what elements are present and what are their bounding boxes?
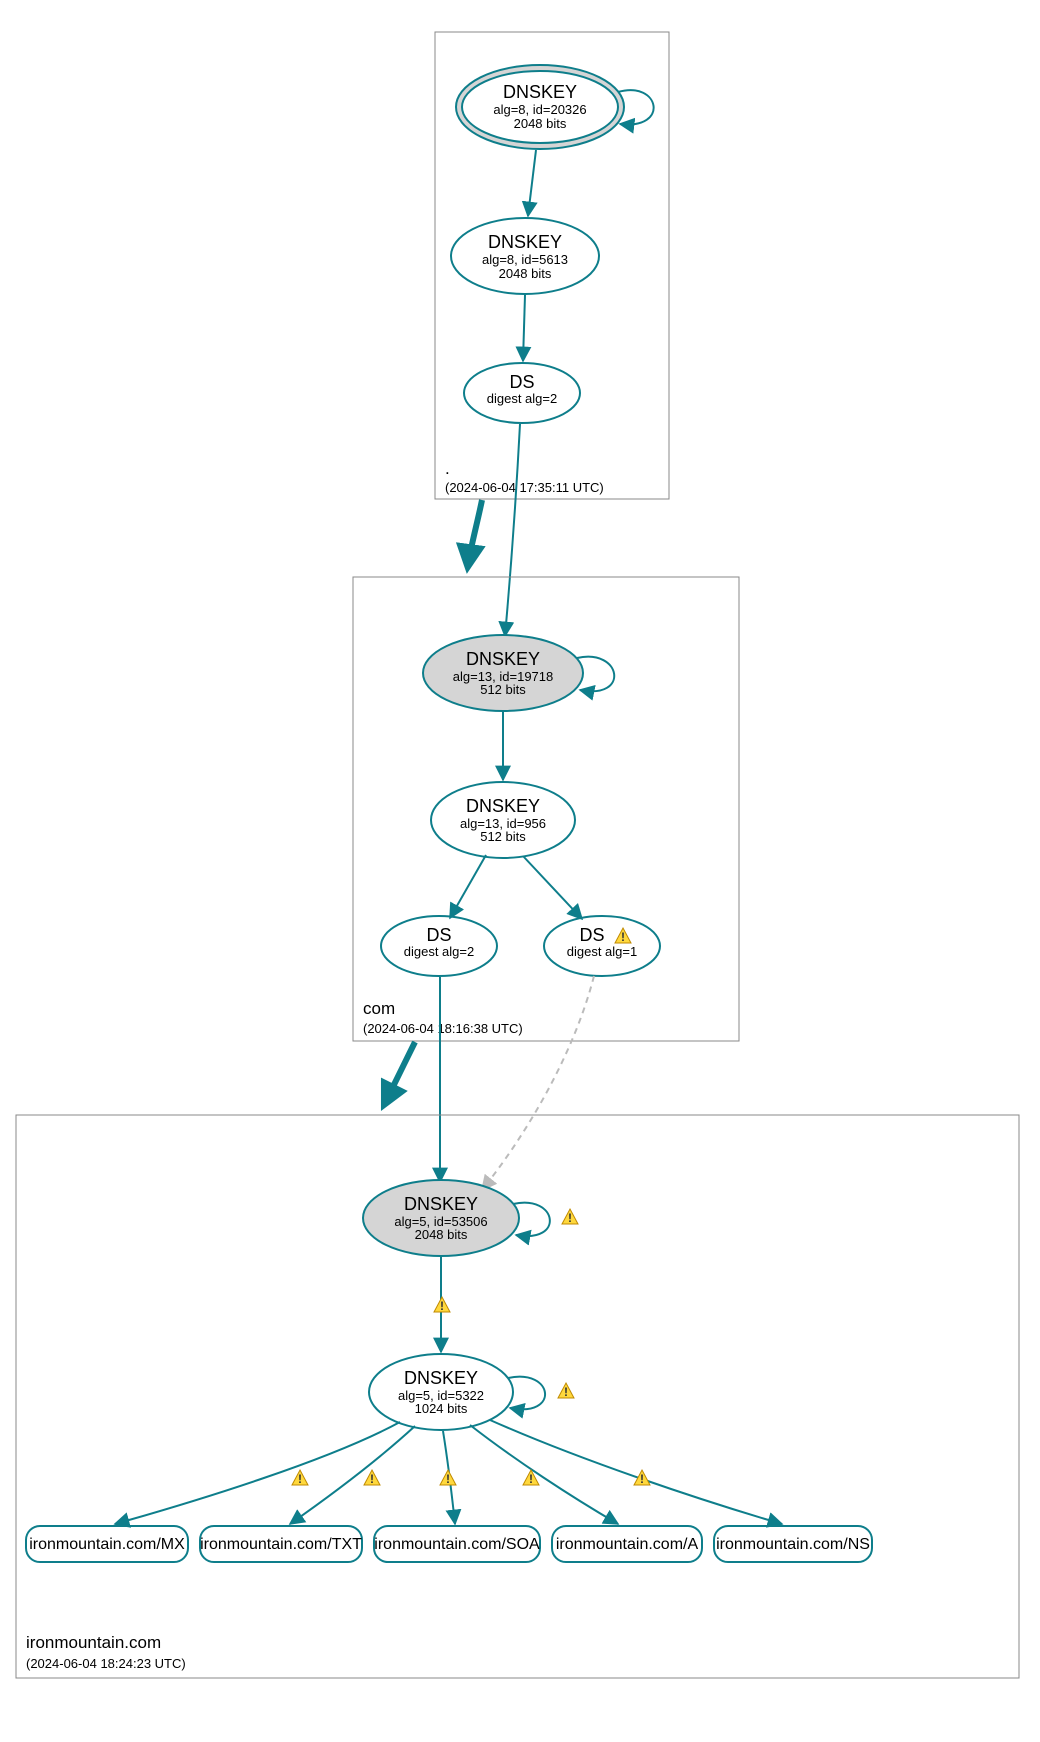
svg-text:512 bits: 512 bits bbox=[480, 682, 526, 697]
svg-text:DNSKEY: DNSKEY bbox=[466, 649, 540, 669]
svg-text:DNSKEY: DNSKEY bbox=[488, 232, 562, 252]
svg-text:DS: DS bbox=[509, 372, 534, 392]
svg-text:digest alg=2: digest alg=2 bbox=[404, 944, 474, 959]
record-txt: ironmountain.com/TXT bbox=[200, 1526, 362, 1562]
zone-ironmountain: ironmountain.com (2024-06-04 18:24:23 UT… bbox=[16, 1115, 1019, 1678]
record-soa: ironmountain.com/SOA bbox=[374, 1526, 540, 1562]
node-im-zsk: DNSKEY alg=5, id=5322 1024 bits bbox=[369, 1354, 513, 1430]
svg-text:DNSKEY: DNSKEY bbox=[466, 796, 540, 816]
zone-root-label: . bbox=[445, 459, 450, 478]
svg-text:DS: DS bbox=[426, 925, 451, 945]
svg-text:ironmountain.com/A: ironmountain.com/A bbox=[556, 1536, 699, 1553]
svg-text:ironmountain.com/NS: ironmountain.com/NS bbox=[716, 1536, 870, 1553]
node-com-ds1: DS digest alg=2 bbox=[381, 916, 497, 976]
svg-text:2048 bits: 2048 bits bbox=[499, 266, 552, 281]
record-ns: ironmountain.com/NS bbox=[714, 1526, 872, 1562]
svg-text:DS: DS bbox=[579, 925, 604, 945]
svg-text:DNSKEY: DNSKEY bbox=[404, 1368, 478, 1388]
node-com-ds2: DS digest alg=1 bbox=[544, 916, 660, 976]
edge-com-ds2-to-im-ksk bbox=[482, 976, 594, 1190]
warning-icon bbox=[292, 1470, 308, 1486]
svg-text:1024 bits: 1024 bits bbox=[415, 1401, 468, 1416]
node-com-ksk: DNSKEY alg=13, id=19718 512 bits bbox=[423, 635, 583, 711]
svg-text:512 bits: 512 bits bbox=[480, 829, 526, 844]
edge-root-ds-to-com-ksk bbox=[505, 424, 520, 636]
node-root-ds: DS digest alg=2 bbox=[464, 363, 580, 423]
zone-com-ts: (2024-06-04 18:16:38 UTC) bbox=[363, 1021, 523, 1036]
record-a: ironmountain.com/A bbox=[552, 1526, 702, 1562]
node-com-zsk: DNSKEY alg=13, id=956 512 bits bbox=[431, 782, 575, 858]
record-mx: ironmountain.com/MX bbox=[26, 1526, 188, 1562]
svg-text:alg=8, id=20326: alg=8, id=20326 bbox=[493, 102, 586, 117]
warning-icon bbox=[434, 1297, 450, 1313]
svg-text:ironmountain.com/MX: ironmountain.com/MX bbox=[29, 1536, 185, 1553]
svg-text:DNSKEY: DNSKEY bbox=[503, 82, 577, 102]
zone-com-label: com bbox=[363, 999, 395, 1018]
zone-root: . (2024-06-04 17:35:11 UTC) DNSKEY alg=8… bbox=[435, 32, 669, 499]
svg-text:ironmountain.com/SOA: ironmountain.com/SOA bbox=[374, 1536, 540, 1553]
zone-im-ts: (2024-06-04 18:24:23 UTC) bbox=[26, 1656, 186, 1671]
zone-im-label: ironmountain.com bbox=[26, 1633, 161, 1652]
svg-text:2048 bits: 2048 bits bbox=[514, 116, 567, 131]
node-root-zsk: DNSKEY alg=8, id=5613 2048 bits bbox=[451, 218, 599, 294]
dnssec-chain-diagram: ! . (2024-06-04 17:35:11 UTC) DNSKEY alg… bbox=[0, 0, 1040, 1742]
svg-text:alg=8, id=5613: alg=8, id=5613 bbox=[482, 252, 568, 267]
edge-root-to-com-deleg bbox=[468, 500, 482, 565]
warning-icon bbox=[364, 1470, 380, 1486]
zone-com: com (2024-06-04 18:16:38 UTC) DNSKEY alg… bbox=[353, 577, 739, 1041]
node-root-ksk: DNSKEY alg=8, id=20326 2048 bits bbox=[456, 65, 624, 149]
svg-text:2048 bits: 2048 bits bbox=[415, 1227, 468, 1242]
zone-root-ts: (2024-06-04 17:35:11 UTC) bbox=[445, 480, 604, 495]
edge-com-to-im-deleg bbox=[385, 1042, 415, 1103]
warning-icon bbox=[440, 1470, 456, 1486]
svg-text:DNSKEY: DNSKEY bbox=[404, 1194, 478, 1214]
warning-icon bbox=[558, 1383, 574, 1399]
svg-text:digest alg=1: digest alg=1 bbox=[567, 944, 637, 959]
warning-icon bbox=[562, 1209, 578, 1225]
node-im-ksk: DNSKEY alg=5, id=53506 2048 bits bbox=[363, 1180, 519, 1256]
svg-text:ironmountain.com/TXT: ironmountain.com/TXT bbox=[200, 1536, 362, 1553]
svg-text:digest alg=2: digest alg=2 bbox=[487, 391, 557, 406]
